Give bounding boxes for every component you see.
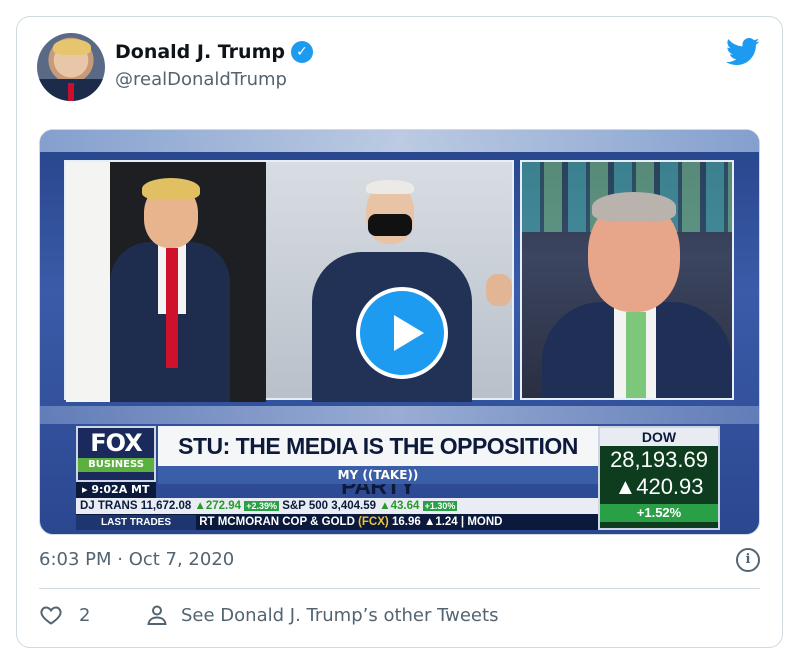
chyron-headline: STU: THE MEDIA IS THE OPPOSITION PARTY (158, 426, 598, 499)
avatar-hair (53, 39, 91, 55)
video-left-panel (64, 160, 514, 402)
play-triangle (394, 315, 424, 351)
play-icon[interactable] (356, 287, 448, 379)
ticker-sp-label: S&P 500 (282, 500, 329, 512)
author-avatar[interactable] (37, 33, 105, 101)
video-frame-top (40, 130, 759, 152)
dow-pct: +1.52% (600, 504, 718, 522)
fox-logo-sub: BUSINESS (78, 458, 154, 472)
last-trades-label: LAST TRADES (76, 515, 196, 530)
ticker-company: RT MCMORAN COP & GOLD (199, 516, 355, 528)
tweet-card: Donald J. Trump ✓ @realDonaldTrump FOX B… (16, 16, 783, 648)
footer-divider (39, 588, 760, 589)
fox-business-logo: FOX BUSINESS (76, 426, 156, 482)
fox-logo-text: FOX (90, 429, 142, 457)
ticker-line-1: DJ TRANS 11,672.08 ▲272.94 +2.39% S&P 50… (76, 498, 598, 514)
twitter-bird-icon[interactable] (726, 37, 760, 67)
ticker-sp-change: ▲43.64 (379, 500, 420, 512)
figure-left-hair (142, 178, 200, 200)
chyron-strip (40, 406, 759, 424)
anchor-tie (626, 312, 646, 398)
figure-center-hair (366, 180, 414, 194)
dow-value: 28,193.69 (610, 447, 708, 472)
info-icon[interactable]: i (736, 548, 760, 572)
broadcast-clock: ▸ 9:02A MT (76, 482, 156, 498)
person-icon (147, 605, 167, 625)
video-player[interactable]: FOX BUSINESS STU: THE MEDIA IS THE OPPOS… (39, 129, 760, 535)
other-tweets-link[interactable]: See Donald J. Trump’s other Tweets (181, 605, 498, 626)
tweet-timestamp[interactable]: 6:03 PM · Oct 7, 2020 (39, 549, 234, 570)
dow-label: DOW (600, 428, 718, 446)
author-name-row[interactable]: Donald J. Trump ✓ (115, 41, 313, 63)
figure-center-hand (486, 274, 512, 306)
segment-title: MY ((TAKE)) (158, 466, 598, 484)
figure-left-tie (166, 248, 178, 368)
author-handle[interactable]: @realDonaldTrump (115, 69, 287, 90)
anchor-hair (592, 192, 676, 222)
ticker-sp-value: 3,404.59 (331, 500, 376, 512)
ticker-symbol: (FCX) (358, 516, 389, 528)
ticker-dj-value: 11,672.08 (140, 500, 192, 512)
heart-icon[interactable] (39, 603, 63, 627)
figure-center-mask (368, 214, 412, 236)
dow-box: DOW 28,193.69 ▲420.93 +1.52% (598, 426, 720, 530)
video-right-panel (520, 160, 734, 400)
ticker-dj-change: ▲272.94 (194, 500, 242, 512)
author-name[interactable]: Donald J. Trump (115, 41, 285, 63)
ticker-dj-pct: +2.39% (244, 501, 279, 511)
ticker-next: | MOND (460, 516, 503, 528)
like-count[interactable]: 2 (79, 605, 109, 626)
ticker-dj-label: DJ TRANS (80, 500, 138, 512)
ticker-price: 16.96 (391, 516, 421, 528)
ticker-line-2: LAST TRADES RT MCMORAN COP & GOLD (FCX) … (76, 514, 598, 530)
dow-change: ▲420.93 (614, 474, 704, 499)
tweet-actions: 2 See Donald J. Trump’s other Tweets (39, 603, 498, 627)
ticker-sp-pct: +1.30% (422, 501, 458, 511)
avatar-tie (68, 83, 74, 101)
ticker-change: ▲1.24 (423, 516, 458, 528)
verified-badge-icon: ✓ (290, 41, 313, 63)
